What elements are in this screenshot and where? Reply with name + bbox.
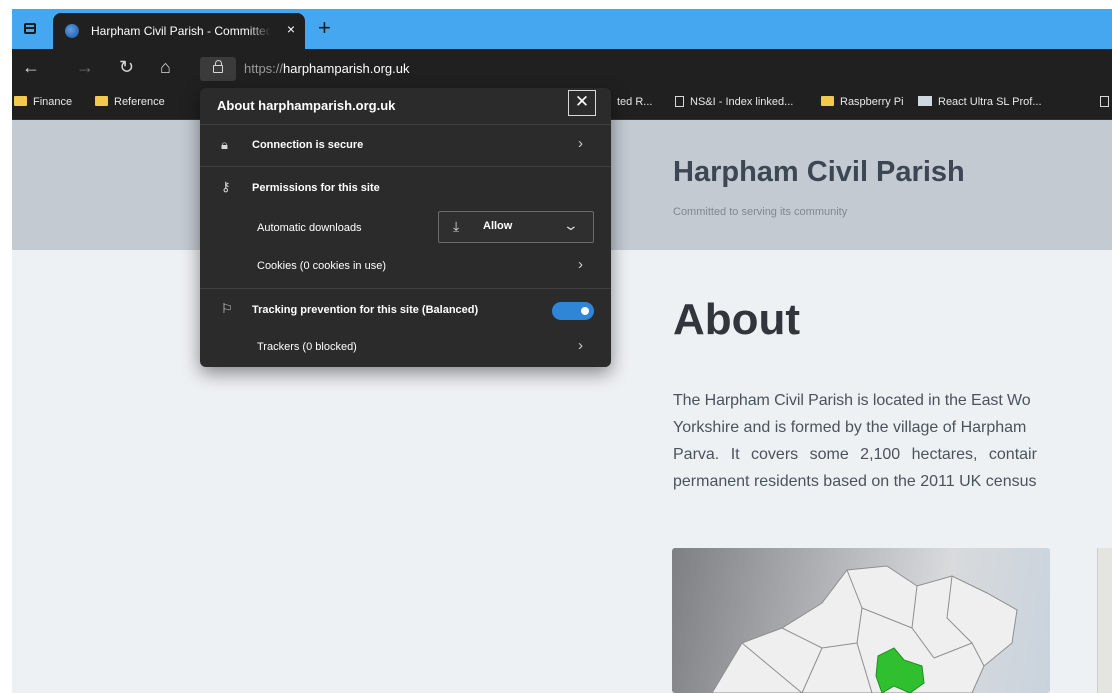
chevron-down-icon: ⌄ (562, 217, 580, 233)
tab-title: Harpham Civil Parish - Committed to serv… (91, 24, 271, 38)
folder-icon (95, 96, 108, 106)
chevron-right-icon: › (578, 256, 583, 273)
bookmark-finance[interactable]: Finance (14, 96, 72, 108)
bookmark-label: Reference (114, 96, 165, 108)
chevron-right-icon: › (578, 135, 583, 152)
about-heading: About (673, 295, 801, 344)
key-icon: ⚷ (221, 179, 231, 194)
react-icon (918, 96, 932, 106)
cookies-row[interactable]: Cookies (0 cookies in use) › (200, 249, 611, 285)
bookmark-react[interactable]: React Ultra SL Prof... (918, 96, 1042, 108)
close-icon[interactable]: ✕ (568, 90, 596, 116)
site-info-popup: About harphamparish.org.uk ✕ 🔒︎ Connecti… (200, 88, 611, 367)
bookmark-raspberry-pi[interactable]: Raspberry Pi (821, 96, 904, 108)
automatic-downloads-value: Allow (483, 220, 513, 232)
about-line: The Harpham Civil Parish is located in t… (673, 392, 1031, 409)
bookmark-label: ted R... (617, 96, 653, 108)
permissions-label: Permissions for this site (252, 182, 380, 194)
lock-icon: 🔒︎ (221, 137, 228, 152)
tab-strip: Harpham Civil Parish - Committed to serv… (12, 9, 1112, 49)
cookies-label: Cookies (0 cookies in use) (257, 260, 387, 272)
window-top-edge (0, 0, 1112, 9)
about-paragraph: The Harpham Civil Parish is located in t… (673, 387, 1112, 497)
site-tagline: Committed to serving its community (673, 206, 848, 218)
folder-icon (821, 96, 834, 106)
download-icon: ⤓ (453, 218, 460, 234)
tab-actions-icon[interactable] (24, 23, 36, 34)
about-line: Yorkshire and is formed by the village o… (673, 419, 1027, 436)
trackers-label: Trackers (0 blocked) (257, 341, 357, 353)
site-favicon-icon (65, 24, 79, 38)
tracking-prevention-icon: ⚐ (221, 301, 233, 316)
bookmark-label: NS&I - Index linked... (690, 96, 794, 108)
bookmark-reference[interactable]: Reference (95, 96, 165, 108)
bookmark-label: Raspberry Pi (840, 96, 904, 108)
tab-active[interactable]: Harpham Civil Parish - Committed to serv… (53, 13, 305, 49)
bookmark-ted[interactable]: ted R... (617, 96, 652, 108)
about-line: permanent residents based on the 2011 UK… (673, 473, 1037, 490)
browser-toolbar: ← → ↻ ⌂ https://harphamparish.org.uk (12, 49, 1112, 89)
bookmark-nsi[interactable]: NS&I - Index linked... (675, 96, 793, 108)
connection-label: Connection is secure (252, 139, 364, 151)
home-button[interactable]: ⌂ (160, 57, 171, 78)
automatic-downloads-select[interactable]: ⤓ Allow ⌄ (438, 211, 594, 243)
secondary-image (1097, 548, 1112, 693)
popup-title: About harphamparish.org.uk (217, 98, 396, 113)
back-button[interactable]: ← (22, 57, 40, 78)
new-tab-button[interactable]: + (318, 15, 331, 41)
bookmark-label: React Ultra SL Prof... (938, 96, 1042, 108)
site-title[interactable]: Harpham Civil Parish (673, 156, 965, 189)
window-left-edge (0, 0, 12, 693)
forward-button[interactable]: → (76, 57, 94, 78)
page-icon (1100, 96, 1109, 107)
connection-row[interactable]: 🔒︎ Connection is secure › (200, 125, 611, 165)
address-bar[interactable]: https://harphamparish.org.uk (244, 61, 410, 76)
trackers-row[interactable]: Trackers (0 blocked) › (200, 331, 611, 365)
folder-icon (14, 96, 27, 106)
tab-close-icon[interactable]: × (287, 21, 295, 37)
chevron-right-icon: › (578, 337, 583, 354)
site-info-button[interactable] (200, 57, 236, 81)
tracking-prevention-label: Tracking prevention for this site (Balan… (252, 304, 479, 316)
bookmark-label: Finance (33, 96, 73, 108)
lock-icon (213, 60, 223, 73)
bookmark-overflow[interactable] (1100, 96, 1112, 108)
page-icon (675, 96, 684, 107)
tracking-section: ⚐ Tracking prevention for this site (Bal… (200, 289, 611, 367)
automatic-downloads-label: Automatic downloads (257, 222, 362, 234)
url-scheme: https:// (244, 61, 284, 76)
about-line: Parva. It covers some 2,100 hectares, co… (673, 446, 1037, 463)
parish-map-image (672, 548, 1050, 693)
refresh-button[interactable]: ↻ (119, 57, 134, 78)
tracking-prevention-toggle[interactable] (552, 302, 594, 320)
url-host: harphamparish.org.uk (283, 61, 410, 76)
parish-map-drawing (711, 565, 1018, 693)
